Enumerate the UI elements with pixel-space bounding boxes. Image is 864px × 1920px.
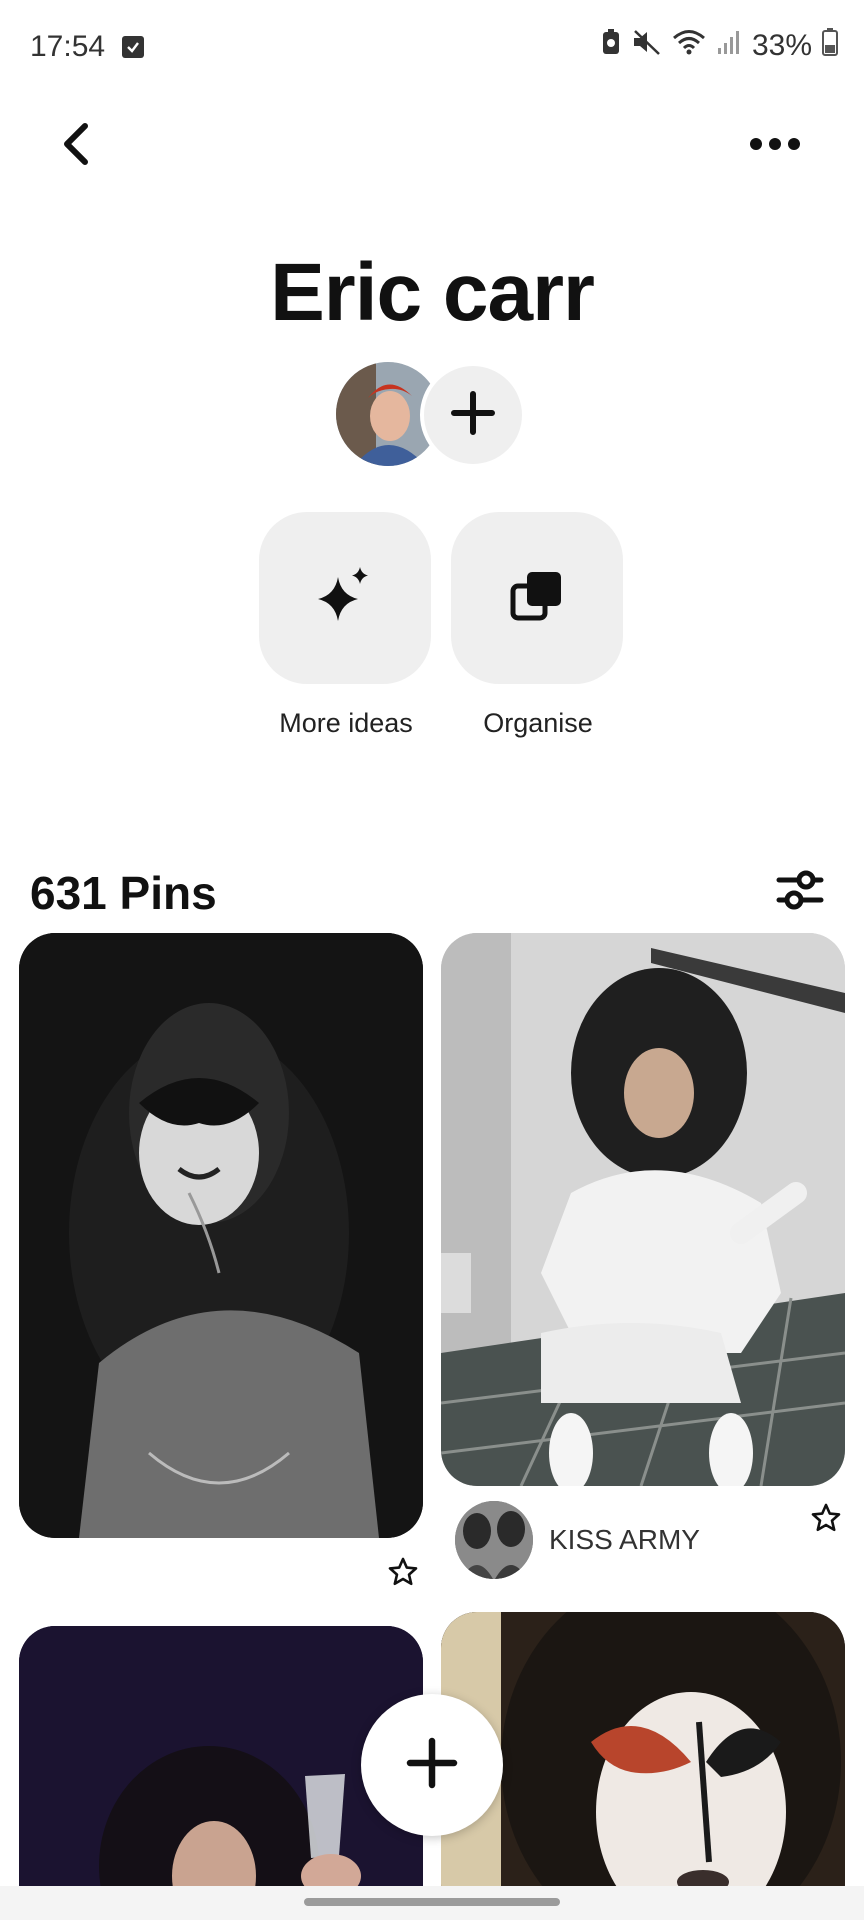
battery-icon (822, 28, 838, 64)
battery-level: 33% (751, 29, 812, 62)
filter-button[interactable] (772, 866, 828, 918)
star-icon (387, 1556, 419, 1593)
status-bar: 17:54 33% (0, 0, 864, 96)
add-collaborator-button[interactable] (420, 362, 526, 468)
organise-button[interactable] (451, 512, 623, 684)
source-name: KISS ARMY (549, 1524, 700, 1555)
mute-icon (632, 28, 662, 64)
add-pin-button[interactable] (361, 1694, 503, 1836)
plus-icon (451, 390, 495, 440)
source-avatar (455, 1501, 533, 1579)
status-icons: 33% (600, 28, 838, 64)
pin-star-button[interactable] (385, 1556, 421, 1592)
organise-icon (509, 568, 565, 629)
ellipsis-icon (748, 136, 802, 157)
sparkle-icon (314, 565, 376, 632)
status-time: 17:54 (30, 30, 106, 63)
pin-star-button[interactable] (808, 1502, 844, 1538)
pin-image[interactable] (441, 933, 845, 1486)
more-ideas-button[interactable] (259, 512, 431, 684)
wifi-icon (672, 28, 706, 64)
back-button[interactable] (50, 118, 100, 174)
star-icon (810, 1502, 842, 1539)
organise-label: Organise (483, 708, 593, 738)
pins-count: 631 Pins (30, 867, 217, 919)
signal-icon (716, 28, 742, 64)
battery-saver-icon (600, 28, 622, 64)
gesture-handle[interactable] (304, 1898, 560, 1906)
pin-source[interactable]: KISS ARMY (455, 1500, 700, 1580)
check-icon (122, 36, 144, 58)
pin-image[interactable] (19, 933, 423, 1538)
more-options-button[interactable] (740, 128, 810, 164)
plus-icon (406, 1737, 458, 1794)
filter-icon (776, 868, 824, 917)
chevron-left-icon (61, 122, 89, 171)
board-title: Eric carr (270, 247, 595, 338)
